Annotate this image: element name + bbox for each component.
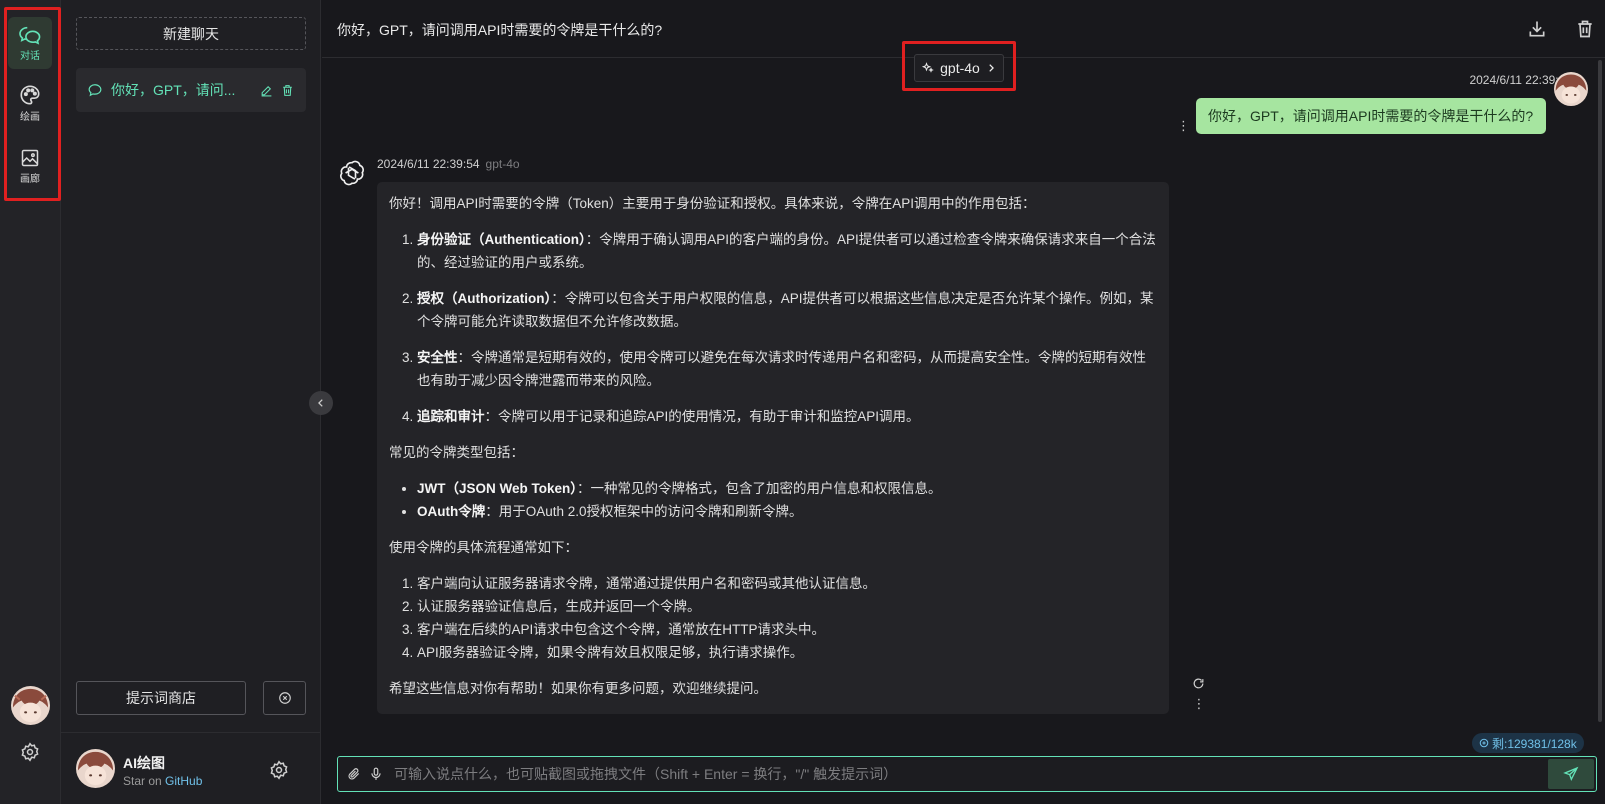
github-star-text: Star on GitHub	[123, 774, 202, 788]
avatar[interactable]	[11, 686, 50, 725]
list-item-term: 授权（Authorization）	[417, 291, 552, 306]
chat-input-bar	[337, 756, 1597, 792]
highlight-box	[4, 7, 61, 201]
list-item-term: 安全性	[417, 350, 458, 365]
token-usage-badge: 剩:129381/128k	[1472, 733, 1584, 753]
list-item-term: 追踪和审计	[417, 409, 485, 424]
trash-icon[interactable]	[281, 84, 294, 97]
sidebar-footer: AI绘图 Star on GitHub	[61, 732, 321, 804]
avatar	[76, 749, 115, 788]
list-item: 认证服务器验证信息后，生成并返回一个令牌。	[417, 595, 1157, 618]
attachment-icon[interactable]	[347, 767, 361, 781]
chat-bubble-icon	[88, 83, 102, 97]
list-item: 安全性：令牌通常是短期有效的，使用令牌可以避免在每次请求时传递用户名和密码，从而…	[417, 346, 1157, 392]
conversation-actions	[260, 84, 294, 97]
list-item-sep: ：	[484, 409, 499, 424]
prompt-store-button[interactable]: 提示词商店	[76, 681, 246, 715]
list-item-term: 身份验证（Authentication）	[417, 232, 586, 247]
user-message-time: 2024/6/11 22:39:41	[1469, 73, 1572, 87]
assistant-message-bubble: 你好！调用API时需要的令牌（Token）主要用于身份验证和授权。具体来说，令牌…	[377, 182, 1169, 714]
github-link[interactable]: GitHub	[165, 774, 202, 788]
assistant-message-time: 2024/6/11 22:39:54	[377, 157, 480, 171]
list-item: JWT（JSON Web Token）：一种常见的令牌格式，包含了加密的用户信息…	[417, 477, 1157, 500]
list-item: 授权（Authorization）：令牌可以包含关于用户权限的信息，API提供者…	[417, 287, 1157, 333]
list-item-sep: ：	[577, 481, 591, 496]
chat-panel: 你好，GPT，请问调用API时需要的令牌是干什么的? gpt-4o 2024/6…	[322, 0, 1605, 804]
edit-icon[interactable]	[260, 84, 273, 97]
answer-closing: 希望这些信息对你有帮助！如果你有更多问题，欢迎继续提问。	[389, 681, 767, 696]
close-circle-icon	[278, 691, 292, 705]
chat-input[interactable]	[394, 759, 1494, 789]
list-item-sep: ：	[457, 350, 472, 365]
download-icon[interactable]	[1527, 19, 1547, 39]
trash-icon[interactable]	[1575, 19, 1595, 39]
list-item: 身份验证（Authentication）：令牌用于确认调用API的客户端的身份。…	[417, 228, 1157, 274]
answer-intro: 你好！调用API时需要的令牌（Token）主要用于身份验证和授权。具体来说，令牌…	[389, 196, 1036, 211]
conversation-item[interactable]: 你好，GPT，请问...	[76, 68, 306, 112]
openai-logo-icon	[338, 159, 366, 187]
more-vertical-icon[interactable]: ⋮	[1177, 119, 1190, 133]
app-name: AI绘图	[123, 755, 165, 771]
scrollbar[interactable]	[1598, 60, 1602, 722]
chevron-left-icon	[316, 398, 326, 408]
list-item-sep: ：	[551, 291, 565, 306]
page-title: 你好，GPT，请问调用API时需要的令牌是干什么的?	[337, 22, 663, 38]
microphone-icon[interactable]	[369, 767, 383, 781]
token-usage-text: 剩:129381/128k	[1492, 736, 1577, 751]
clear-button[interactable]	[263, 681, 306, 715]
gear-icon[interactable]	[20, 742, 42, 764]
gear-icon[interactable]	[269, 760, 289, 780]
more-vertical-icon[interactable]: ⋮	[1192, 697, 1206, 711]
conversation-title: 你好，GPT，请问...	[111, 82, 236, 98]
list-item-term: JWT（JSON Web Token）	[417, 481, 578, 496]
send-button[interactable]	[1548, 759, 1594, 789]
flow-heading: 使用令牌的具体流程通常如下：	[389, 540, 578, 555]
github-star-prefix: Star on	[123, 774, 166, 788]
types-heading: 常见的令牌类型包括：	[389, 445, 524, 460]
list-item: 追踪和审计：令牌可以用于记录和追踪API的使用情况，有助于审计和监控API调用。	[417, 405, 1157, 428]
token-types-list: JWT（JSON Web Token）：一种常见的令牌格式，包含了加密的用户信息…	[417, 477, 1157, 523]
list-item: 客户端向认证服务器请求令牌，通常通过提供用户名和密码或其他认证信息。	[417, 572, 1157, 595]
left-rail: 对话 绘画 画廊	[0, 0, 61, 804]
assistant-model-tag: gpt-4o	[485, 157, 520, 171]
new-chat-button[interactable]: 新建聊天	[76, 17, 306, 50]
collapse-sidebar-button[interactable]	[309, 391, 333, 415]
list-item-text: 令牌可以用于记录和追踪API的使用情况，有助于审计和监控API调用。	[498, 409, 920, 424]
highlight-box	[902, 41, 1016, 91]
list-item-text: 令牌通常是短期有效的，使用令牌可以避免在每次请求时传递用户名和密码，从而提高安全…	[417, 350, 1146, 388]
assistant-message-meta: 2024/6/11 22:39:54 gpt-4o	[377, 157, 520, 171]
user-message-bubble: 你好，GPT，请问调用API时需要的令牌是干什么的?	[1196, 98, 1546, 134]
regenerate-icon[interactable]	[1192, 677, 1206, 691]
avatar	[1554, 72, 1588, 106]
sidebar: 新建聊天 你好，GPT，请问... 提示词商店 AI绘图 Star on Git…	[61, 0, 321, 804]
list-item: API服务器验证令牌，如果令牌有效且权限足够，执行请求操作。	[417, 641, 1157, 664]
token-icon	[1479, 738, 1489, 748]
token-flow-list: 客户端向认证服务器请求令牌，通常通过提供用户名和密码或其他认证信息。 认证服务器…	[417, 572, 1157, 664]
token-roles-list: 身份验证（Authentication）：令牌用于确认调用API的客户端的身份。…	[417, 228, 1157, 428]
list-item-sep: ：	[485, 504, 499, 519]
list-item-text: 一种常见的令牌格式，包含了加密的用户信息和权限信息。	[590, 481, 942, 496]
list-item-sep: ：	[585, 232, 600, 247]
list-item-text: 用于OAuth 2.0授权框架中的访问令牌和刷新令牌。	[498, 504, 803, 519]
send-icon	[1563, 766, 1579, 782]
list-item: OAuth令牌：用于OAuth 2.0授权框架中的访问令牌和刷新令牌。	[417, 500, 1157, 523]
list-item-term: OAuth令牌	[417, 504, 486, 519]
list-item: 客户端在后续的API请求中包含这个令牌，通常放在HTTP请求头中。	[417, 618, 1157, 641]
